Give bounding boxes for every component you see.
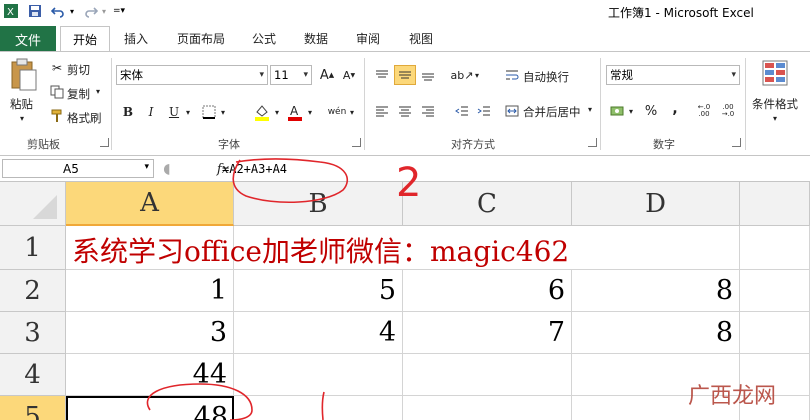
annotation-number-2: 2 bbox=[396, 160, 421, 206]
annotation-overlay: 2 bbox=[146, 158, 421, 420]
watermark-text: 广西龙网 bbox=[688, 384, 777, 409]
cell-circle-annotation bbox=[146, 383, 253, 420]
formula-circle-annotation bbox=[232, 158, 348, 203]
vertical-stroke-annotation bbox=[321, 391, 325, 420]
excel-window: X ▾ ▾ =▾ 工作簿1 - Microsoft Excel 文件 开始 插入… bbox=[0, 0, 810, 420]
